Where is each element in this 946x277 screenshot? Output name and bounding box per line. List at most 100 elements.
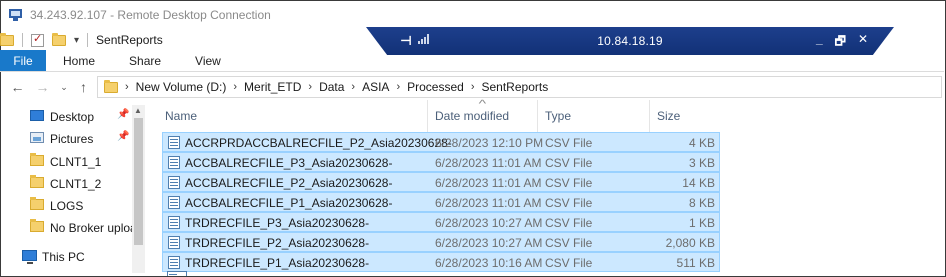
file-size: 8 KB (688, 196, 715, 210)
folder-icon (0, 32, 14, 46)
file-size: 3 KB (688, 156, 715, 170)
sidebar-item-pictures[interactable]: Pictures 📌 (0, 127, 145, 149)
sidebar-item-label: No Broker uploa (50, 221, 137, 235)
breadcrumb-item[interactable]: Processed (407, 80, 464, 94)
csv-file-icon (168, 256, 180, 269)
file-size: 2,080 KB (665, 236, 715, 250)
tab-view[interactable]: View (178, 50, 238, 71)
file-type: CSV File (545, 136, 593, 150)
file-name: TRDRECFILE_P2_Asia20230628- (185, 236, 370, 250)
folder-icon (30, 219, 44, 232)
sidebar-item-label: Desktop (50, 110, 95, 124)
new-folder-icon[interactable] (52, 32, 66, 46)
folder-icon (30, 197, 44, 210)
file-date: 6/28/2023 11:01 AM (435, 196, 542, 210)
toolbar-divider (87, 33, 89, 47)
rdc-title-bar: 34.243.92.107 - Remote Desktop Connectio… (8, 6, 271, 24)
folder-icon (104, 79, 118, 93)
folder-title: SentReports (96, 33, 163, 47)
file-size: 1 KB (688, 216, 715, 230)
file-name: ACCRPRDACCBALRECFILE_P2_Asia20230628- (185, 136, 452, 150)
file-name: ACCBALRECFILE_P2_Asia20230628- (185, 176, 393, 190)
tab-share[interactable]: Share (112, 50, 178, 71)
table-row[interactable]: TRDRECFILE_P1_Asia20230628- 6/28/2023 10… (162, 252, 720, 272)
sidebar-item-logs[interactable]: LOGS (0, 194, 145, 216)
breadcrumb-separator[interactable]: › (396, 81, 400, 93)
file-name: TRDRECFILE_P3_Asia20230628- (185, 216, 370, 230)
back-button[interactable]: ← (9, 79, 26, 95)
file-size: 511 KB (676, 256, 715, 270)
file-date: 6/28/2023 10:27 AM (435, 236, 543, 250)
file-date: 6/28/2023 12:10 PM (435, 136, 544, 150)
breadcrumb-separator[interactable]: › (233, 81, 237, 93)
sidebar-item-desktop[interactable]: Desktop 📌 (0, 105, 145, 127)
properties-icon[interactable] (31, 32, 44, 47)
table-row[interactable]: ACCRPRDACCBALRECFILE_P2_Asia20230628- 6/… (162, 132, 720, 152)
up-button[interactable]: ↑ (75, 79, 92, 95)
file-size: 4 KB (688, 136, 715, 150)
forward-button[interactable]: → (34, 79, 51, 95)
table-row[interactable]: TRDRECFILE_P3_Asia20230628- 6/28/2023 10… (162, 212, 720, 232)
file-date: 6/28/2023 10:27 AM (435, 216, 543, 230)
tab-home[interactable]: Home (46, 50, 112, 71)
breadcrumb-item[interactable]: Data (319, 80, 344, 94)
csv-file-icon (168, 196, 180, 209)
sort-descending-icon: ^ (478, 99, 487, 110)
file-date: 6/28/2023 10:16 AM (435, 256, 543, 270)
sidebar-item-clnt1-1[interactable]: CLNT1_1 (0, 150, 145, 172)
file-date: 6/28/2023 11:01 AM (435, 156, 542, 170)
file-size: 14 KB (682, 176, 715, 190)
file-type: CSV File (545, 156, 593, 170)
folder-icon (30, 175, 44, 188)
table-row[interactable]: ACCBALRECFILE_P1_Asia20230628- 6/28/2023… (162, 192, 720, 212)
file-type: CSV File (545, 256, 593, 270)
tab-file[interactable]: File (0, 50, 46, 71)
ribbon: File Home Share View (0, 50, 944, 72)
window-title: 34.243.92.107 - Remote Desktop Connectio… (30, 8, 271, 22)
breadcrumb-separator[interactable]: › (308, 81, 312, 93)
breadcrumb-separator[interactable]: › (351, 81, 355, 93)
file-type: CSV File (545, 196, 593, 210)
sidebar-item-label: LOGS (50, 199, 84, 213)
table-row[interactable]: TRDRECFILE_P2_Asia20230628- 6/28/2023 10… (162, 232, 720, 252)
sidebar-item-this-pc[interactable]: This PC (0, 245, 145, 267)
computer-icon (22, 250, 37, 264)
column-header-type[interactable]: Type (538, 100, 650, 132)
file-type: CSV File (545, 236, 593, 250)
csv-file-icon (168, 156, 180, 169)
breadcrumb-item[interactable]: Merit_ETD (244, 80, 301, 94)
breadcrumb-item[interactable]: SentReports (482, 80, 549, 94)
scrollbar-thumb[interactable] (134, 118, 143, 245)
column-header-size[interactable]: Size (650, 100, 720, 132)
csv-file-icon (168, 136, 180, 149)
pin-icon[interactable]: 📌 (117, 131, 129, 142)
breadcrumb-item[interactable]: New Volume (D:) (136, 80, 227, 94)
sidebar-item-label: Pictures (50, 132, 94, 146)
breadcrumb-item[interactable]: ASIA (362, 80, 389, 94)
file-name: TRDRECFILE_P1_Asia20230628- (185, 256, 370, 270)
breadcrumb-separator[interactable]: › (471, 81, 475, 93)
navigation-bar: ← → ⌄ ↑ › New Volume (D:) › Merit_ETD › … (0, 76, 944, 98)
sidebar-item-label: This PC (42, 250, 85, 264)
sidebar-item-no-broker-upload[interactable]: No Broker uploa (0, 216, 145, 238)
recent-locations-button[interactable]: ⌄ (57, 82, 71, 93)
file-date: 6/28/2023 11:01 AM (435, 176, 542, 190)
quick-access-toolbar: ▾ SentReports (0, 30, 163, 50)
desktop-icon (30, 110, 44, 121)
remote-desktop-icon (8, 8, 24, 22)
table-row[interactable]: ACCBALRECFILE_P3_Asia20230628- 6/28/2023… (162, 152, 720, 172)
address-bar[interactable]: › New Volume (D:) › Merit_ETD › Data › A… (97, 76, 942, 98)
pin-icon[interactable]: 📌 (117, 109, 129, 120)
file-type: CSV File (545, 176, 593, 190)
customize-toolbar-icon[interactable]: ▾ (74, 35, 79, 46)
sidebar-item-clnt1-2[interactable]: CLNT1_2 (0, 172, 145, 194)
column-header-row: Name Date modified Type Size (158, 100, 944, 132)
csv-file-icon (168, 216, 180, 229)
scroll-up-icon[interactable]: ▲ (134, 106, 142, 115)
pictures-icon (30, 132, 44, 143)
csv-file-icon (168, 236, 180, 249)
connection-host: 10.84.18.19 (597, 34, 663, 48)
breadcrumb-separator[interactable]: › (125, 81, 129, 93)
table-row[interactable]: ACCBALRECFILE_P2_Asia20230628- 6/28/2023… (162, 172, 720, 192)
column-header-name[interactable]: Name (158, 100, 428, 132)
